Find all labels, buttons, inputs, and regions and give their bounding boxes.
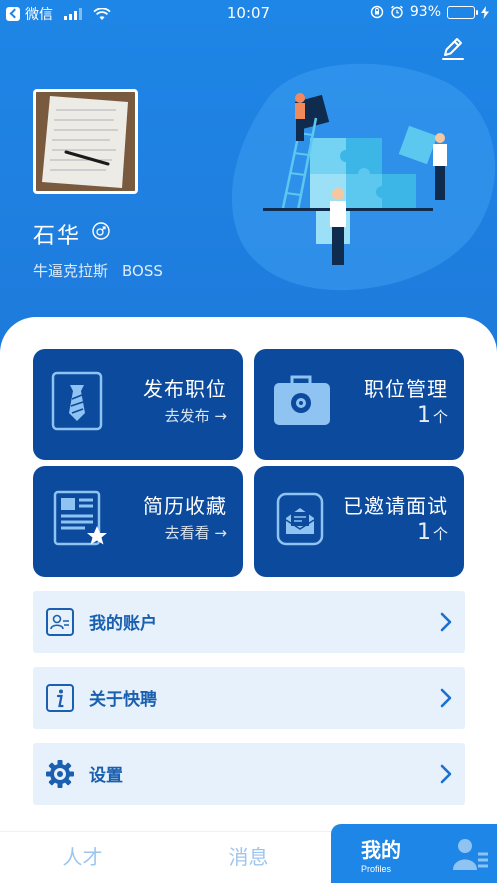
arrow-right-icon: → [214, 524, 227, 542]
tab-messages[interactable]: 消息 [166, 832, 331, 883]
menu-item-settings[interactable]: 设置 [33, 743, 465, 805]
briefcase-icon [274, 375, 330, 425]
job-count: 1个 [417, 403, 448, 428]
tab-profile-label: 我的 [361, 838, 401, 862]
post-job-title: 发布职位 [143, 377, 227, 401]
teamwork-puzzle-illustration [231, 63, 496, 291]
male-gender-icon [92, 222, 110, 240]
battery-icon [447, 5, 478, 19]
menu-label-settings: 设置 [89, 766, 123, 786]
resume-favorites-title: 简历收藏 [143, 494, 227, 518]
chevron-right-icon [440, 612, 452, 632]
company-name: 牛逼克拉斯 [33, 262, 109, 280]
profile-avatar[interactable] [33, 89, 138, 194]
charging-bolt-icon [481, 5, 489, 19]
tab-profile-sublabel: Profiles [361, 864, 392, 874]
menu-item-my-account[interactable]: 我的账户 [33, 591, 465, 653]
profile-name: 石华 [33, 224, 82, 249]
necktie-icon [51, 371, 103, 431]
info-icon [46, 684, 74, 712]
tab-talent[interactable]: 人才 [0, 832, 165, 883]
interview-count-unit: 个 [432, 525, 448, 543]
interview-count: 1个 [417, 520, 448, 545]
menu-label-about: 关于快聘 [89, 690, 157, 710]
menu-item-about[interactable]: 关于快聘 [33, 667, 465, 729]
chevron-right-icon [440, 688, 452, 708]
account-card-icon [46, 608, 74, 636]
invited-interviews-card[interactable]: 已邀请面试 1个 [254, 466, 464, 577]
resume-favorites-card[interactable]: 简历收藏 去看看 → [33, 466, 243, 577]
avatar-photo [36, 92, 135, 191]
gear-icon [46, 760, 74, 788]
chevron-right-icon [440, 764, 452, 784]
resume-star-icon [53, 490, 107, 546]
post-job-card[interactable]: 发布职位 去发布 → [33, 349, 243, 460]
post-job-link-label: 去发布 [164, 407, 210, 425]
alarm-icon [390, 5, 403, 19]
resume-favorites-link[interactable]: 去看看 → [165, 522, 227, 543]
job-count-unit: 个 [432, 408, 448, 426]
menu-label-my-account: 我的账户 [89, 614, 157, 634]
invited-interviews-title: 已邀请面试 [343, 494, 448, 518]
tab-profile[interactable]: 我的 Profiles [331, 824, 497, 883]
job-count-value: 1 [416, 403, 431, 428]
interview-count-value: 1 [416, 520, 431, 545]
invitation-mail-icon [276, 492, 324, 546]
profile-card-icon [453, 839, 488, 870]
arrow-right-icon: → [214, 407, 227, 425]
resume-favorites-link-label: 去看看 [164, 524, 210, 542]
status-bar: 微信 10:07 93% [0, 0, 497, 26]
user-role: BOSS [122, 262, 163, 280]
job-management-card[interactable]: 职位管理 1个 [254, 349, 464, 460]
battery-percentage: 93% [409, 4, 441, 20]
rotation-lock-icon [370, 5, 384, 19]
company-info: 牛逼克拉斯 BOSS [33, 260, 177, 281]
job-management-title: 职位管理 [364, 377, 448, 401]
post-job-link[interactable]: 去发布 → [165, 405, 227, 426]
